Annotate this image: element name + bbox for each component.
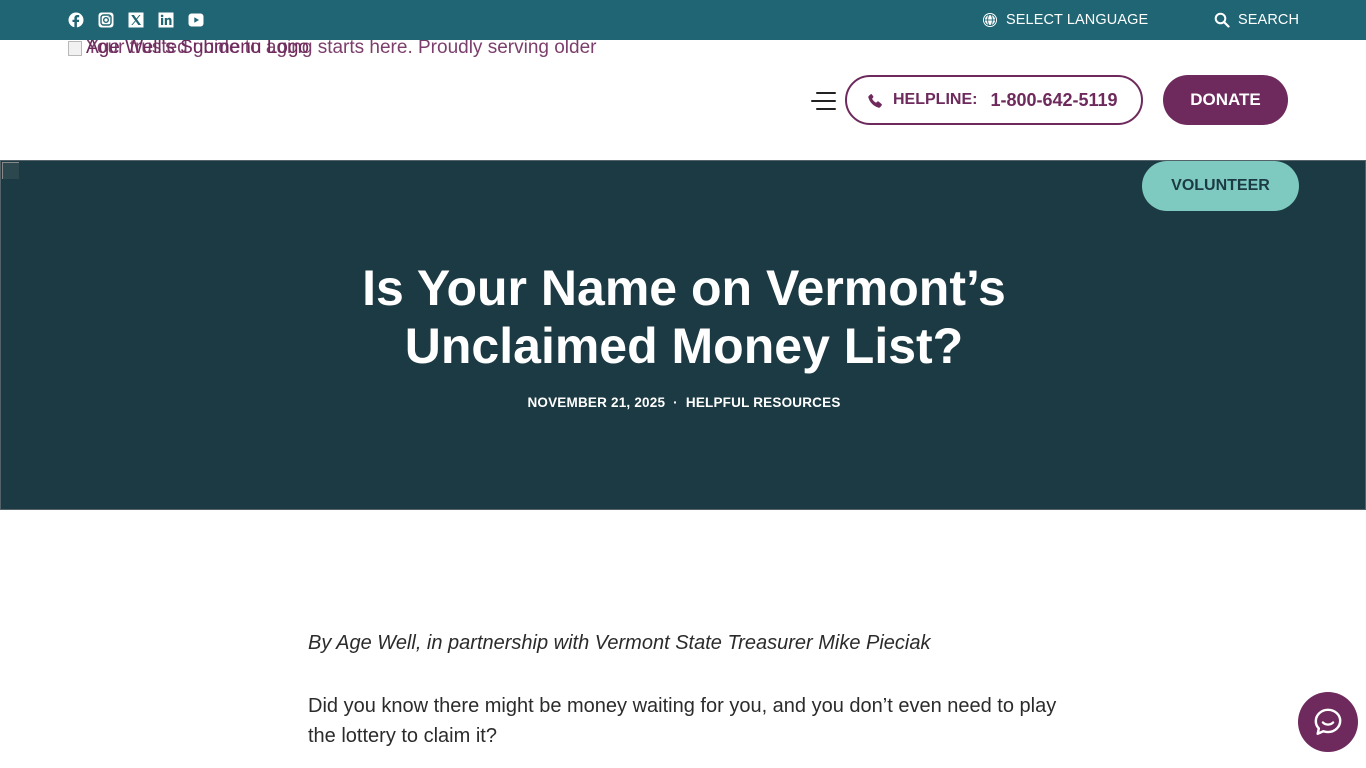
hero-banner: VOLUNTEER Is Your Name on Vermont’s Uncl… [0,160,1366,510]
search-icon [1214,12,1230,28]
phone-icon [868,92,882,108]
post-date: NOVEMBER 21, 2025 [527,395,666,410]
page-title-line-1: Is Your Name on Vermont’s [362,260,1006,316]
search-label: SEARCH [1238,12,1300,28]
hamburger-menu-icon[interactable] [810,90,836,112]
helpline-label: HELPLINE: [893,91,978,108]
select-language-button[interactable]: SELECT LANGUAGE [982,0,1148,40]
select-language-label: SELECT LANGUAGE [1006,12,1149,28]
linkedin-icon[interactable] [158,12,174,28]
donate-button[interactable]: DONATE [1163,75,1288,125]
site-header: Age Well's Submenu Logo Your trusted gui… [0,40,1366,160]
broken-image-icon [68,41,82,56]
youtube-icon[interactable] [188,12,204,28]
facebook-icon[interactable] [68,12,84,28]
instagram-icon[interactable] [98,12,114,28]
post-meta: NOVEMBER 21, 2025 · HELPFUL RESOURCES [1,395,1366,410]
volunteer-button[interactable]: VOLUNTEER [1142,161,1299,211]
post-category-link[interactable]: HELPFUL RESOURCES [686,395,841,410]
x-icon[interactable] [128,12,144,28]
helpline-button[interactable]: HELPLINE: 1-800-642-5119 [845,75,1143,125]
site-logo[interactable]: Age Well's Submenu Logo Your trusted gui… [68,40,628,60]
top-utility-bar: SELECT LANGUAGE SEARCH [0,0,1366,40]
broken-hero-image-icon [2,162,19,179]
social-links [68,12,204,28]
helpline-number: 1-800-642-5119 [990,89,1118,110]
meta-separator: · [673,395,678,410]
logo-alt-text-overlap: Your trusted guide to aging starts here.… [86,40,597,58]
article-byline: By Age Well, in partnership with Vermont… [308,632,931,654]
chat-widget-button[interactable] [1298,692,1358,752]
page-title-line-2: Unclaimed Money List? [404,318,964,374]
page-title: Is Your Name on Vermont’s Unclaimed Mone… [284,259,1084,375]
article-paragraph: Did you know there might be money waitin… [308,695,1057,747]
chat-bubble-icon [1314,708,1342,735]
globe-icon [983,13,997,27]
search-button[interactable]: SEARCH [1214,0,1299,40]
